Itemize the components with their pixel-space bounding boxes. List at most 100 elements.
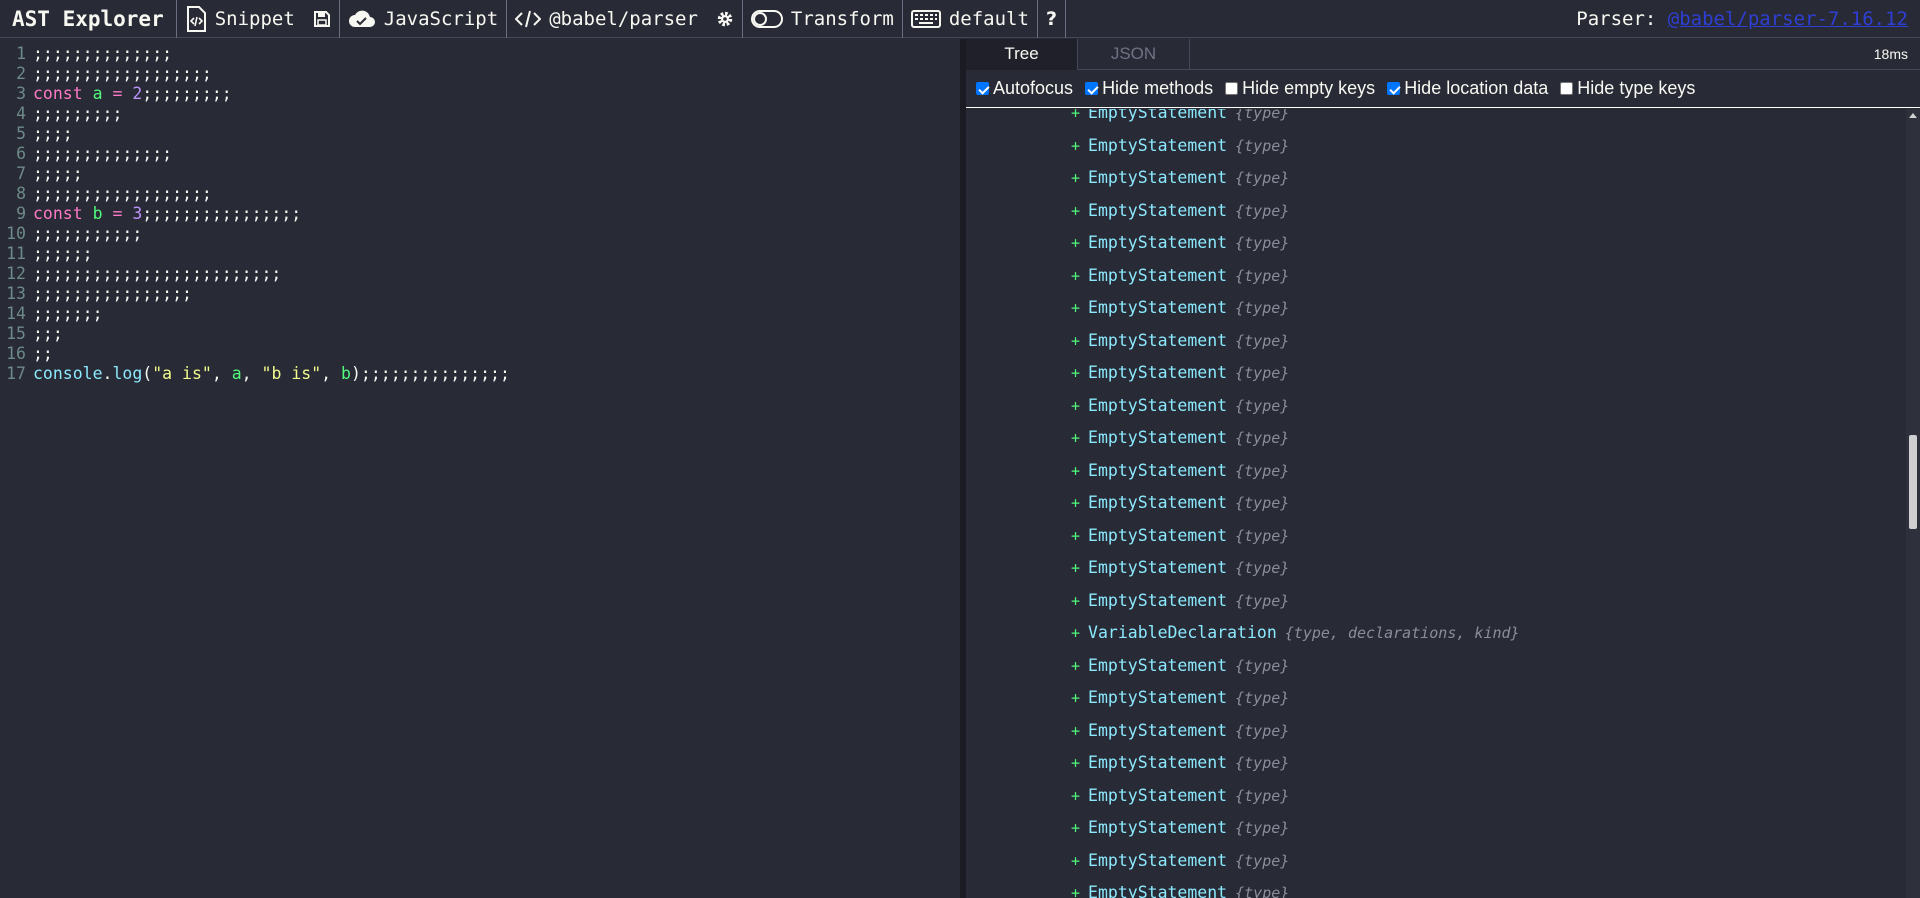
node-type-name[interactable]: EmptyStatement [1088, 201, 1227, 220]
code-line[interactable]: 12;;;;;;;;;;;;;;;;;;;;;;;;; [0, 264, 960, 284]
tab-json[interactable]: JSON [1078, 39, 1190, 70]
expand-icon[interactable]: + [1071, 397, 1080, 415]
expand-icon[interactable]: + [1071, 462, 1080, 480]
node-type-name[interactable]: EmptyStatement [1088, 883, 1227, 898]
tree-node[interactable]: + EmptyStatement {type} [1071, 298, 1289, 318]
checkbox[interactable] [1387, 82, 1401, 95]
tree-node[interactable]: + EmptyStatement {type} [1071, 461, 1289, 481]
code-text[interactable]: console.log("a is", a, "b is", b);;;;;;;… [33, 364, 510, 384]
tree-node[interactable]: + EmptyStatement {type} [1071, 331, 1289, 351]
tree-node[interactable]: + EmptyStatement {type} [1071, 883, 1289, 898]
code-line[interactable]: 15;;; [0, 324, 960, 344]
code-text[interactable]: ;;;;;; [33, 244, 93, 264]
code-line[interactable]: 9 const b = 3;;;;;;;;;;;;;;;; [0, 204, 960, 224]
code-line[interactable]: 2;;;;;;;;;;;;;;;;;; [0, 64, 960, 84]
expand-icon[interactable]: + [1071, 689, 1080, 707]
expand-icon[interactable]: + [1071, 787, 1080, 805]
code-line[interactable]: 13;;;;;;;;;;;;;;;; [0, 284, 960, 304]
tree-node[interactable]: + EmptyStatement {type} [1071, 851, 1289, 871]
node-type-name[interactable]: EmptyStatement [1088, 558, 1227, 577]
expand-icon[interactable]: + [1071, 267, 1080, 285]
checkbox[interactable] [976, 82, 989, 95]
parser-version-link[interactable]: @babel/parser-7.16.12 [1668, 8, 1908, 30]
node-type-name[interactable]: EmptyStatement [1088, 818, 1227, 837]
code-text[interactable]: ;;;;;;;;;;;;;;;;;; [33, 184, 212, 204]
expand-icon[interactable]: + [1071, 624, 1080, 642]
tree-node[interactable]: + EmptyStatement {type} [1071, 168, 1289, 188]
expand-icon[interactable]: + [1071, 527, 1080, 545]
transform-toggle[interactable]: Transform [743, 0, 903, 38]
help-button[interactable]: ? [1038, 0, 1066, 38]
tree-node[interactable]: + EmptyStatement {type} [1071, 201, 1289, 221]
scroll-up-arrow-icon[interactable] [1909, 113, 1917, 118]
tree-node[interactable]: + EmptyStatement {type} [1071, 591, 1289, 611]
tree-node[interactable]: + EmptyStatement {type} [1071, 721, 1289, 741]
snippet-menu[interactable]: Snippet [177, 0, 340, 38]
tree-node[interactable]: + EmptyStatement {type} [1071, 493, 1289, 513]
node-type-name[interactable]: EmptyStatement [1088, 266, 1227, 285]
option-hide-empty-keys[interactable]: Hide empty keys [1225, 78, 1375, 99]
node-type-name[interactable]: EmptyStatement [1088, 168, 1227, 187]
expand-icon[interactable]: + [1071, 109, 1080, 122]
code-text[interactable]: const a = 2;;;;;;;;; [33, 84, 232, 104]
code-text[interactable]: ;;;;;;;;;;;;;;;;;; [33, 64, 212, 84]
code-line[interactable]: 16;; [0, 344, 960, 364]
code-text[interactable]: ;;;; [33, 124, 73, 144]
tree-node[interactable]: + EmptyStatement {type} [1071, 428, 1289, 448]
code-text[interactable]: const b = 3;;;;;;;;;;;;;;;; [33, 204, 301, 224]
code-line[interactable]: 17 console.log("a is", a, "b is", b);;;;;… [0, 364, 960, 384]
code-line[interactable]: 6;;;;;;;;;;;;;; [0, 144, 960, 164]
code-line[interactable]: 14;;;;;;; [0, 304, 960, 324]
tree-node[interactable]: + EmptyStatement {type} [1071, 526, 1289, 546]
node-type-name[interactable]: EmptyStatement [1088, 591, 1227, 610]
expand-icon[interactable]: + [1071, 559, 1080, 577]
tab-tree[interactable]: Tree [966, 39, 1078, 70]
expand-icon[interactable]: + [1071, 429, 1080, 447]
tree-node[interactable]: + EmptyStatement {type} [1071, 656, 1289, 676]
option-hide-location-data[interactable]: Hide location data [1387, 78, 1548, 99]
code-line[interactable]: 3 const a = 2;;;;;;;;; [0, 84, 960, 104]
code-text[interactable]: ;;; [33, 324, 63, 344]
expand-icon[interactable]: + [1071, 657, 1080, 675]
expand-icon[interactable]: + [1071, 202, 1080, 220]
code-text[interactable]: ;;;;;;; [33, 304, 103, 324]
code-text[interactable]: ;;;;;;;;;;;;;; [33, 144, 172, 164]
node-type-name[interactable]: EmptyStatement [1088, 136, 1227, 155]
checkbox[interactable] [1085, 82, 1099, 95]
tree-scrollbar[interactable] [1906, 109, 1920, 898]
node-type-name[interactable]: EmptyStatement [1088, 721, 1227, 740]
node-type-name[interactable]: EmptyStatement [1088, 428, 1227, 447]
option-autofocus[interactable]: Autofocus [976, 78, 1073, 99]
node-type-name[interactable]: VariableDeclaration [1088, 623, 1277, 642]
parser-select[interactable]: @babel/parser [507, 0, 743, 38]
code-text[interactable]: ;;;;;;;;;;; [33, 224, 142, 244]
gear-icon[interactable] [716, 10, 734, 28]
tree-node[interactable]: + EmptyStatement {type} [1071, 786, 1289, 806]
tree-node[interactable]: + EmptyStatement {type} [1071, 266, 1289, 286]
tree-node[interactable]: + EmptyStatement {type} [1071, 558, 1289, 578]
node-type-name[interactable]: EmptyStatement [1088, 396, 1227, 415]
tree-node[interactable]: + EmptyStatement {type} [1071, 753, 1289, 773]
language-select[interactable]: JavaScript [340, 0, 508, 38]
expand-icon[interactable]: + [1071, 884, 1080, 898]
code-text[interactable]: ;;;;;;;;;;;;;; [33, 44, 172, 64]
node-type-name[interactable]: EmptyStatement [1088, 298, 1227, 317]
node-type-name[interactable]: EmptyStatement [1088, 526, 1227, 545]
code-text[interactable]: ;;;;;;;;; [33, 104, 122, 124]
node-type-name[interactable]: EmptyStatement [1088, 786, 1227, 805]
node-type-name[interactable]: EmptyStatement [1088, 851, 1227, 870]
tree-node[interactable]: + EmptyStatement {type} [1071, 688, 1289, 708]
node-type-name[interactable]: EmptyStatement [1088, 656, 1227, 675]
node-type-name[interactable]: EmptyStatement [1088, 109, 1227, 122]
option-hide-type-keys[interactable]: Hide type keys [1560, 78, 1695, 99]
expand-icon[interactable]: + [1071, 169, 1080, 187]
node-type-name[interactable]: EmptyStatement [1088, 461, 1227, 480]
save-icon[interactable] [313, 10, 331, 28]
tree-node[interactable]: + EmptyStatement {type} [1071, 818, 1289, 838]
expand-icon[interactable]: + [1071, 494, 1080, 512]
scrollbar-thumb[interactable] [1909, 435, 1917, 529]
node-type-name[interactable]: EmptyStatement [1088, 363, 1227, 382]
expand-icon[interactable]: + [1071, 819, 1080, 837]
code-line[interactable]: 11;;;;;; [0, 244, 960, 264]
tree-node[interactable]: + EmptyStatement {type} [1071, 396, 1289, 416]
